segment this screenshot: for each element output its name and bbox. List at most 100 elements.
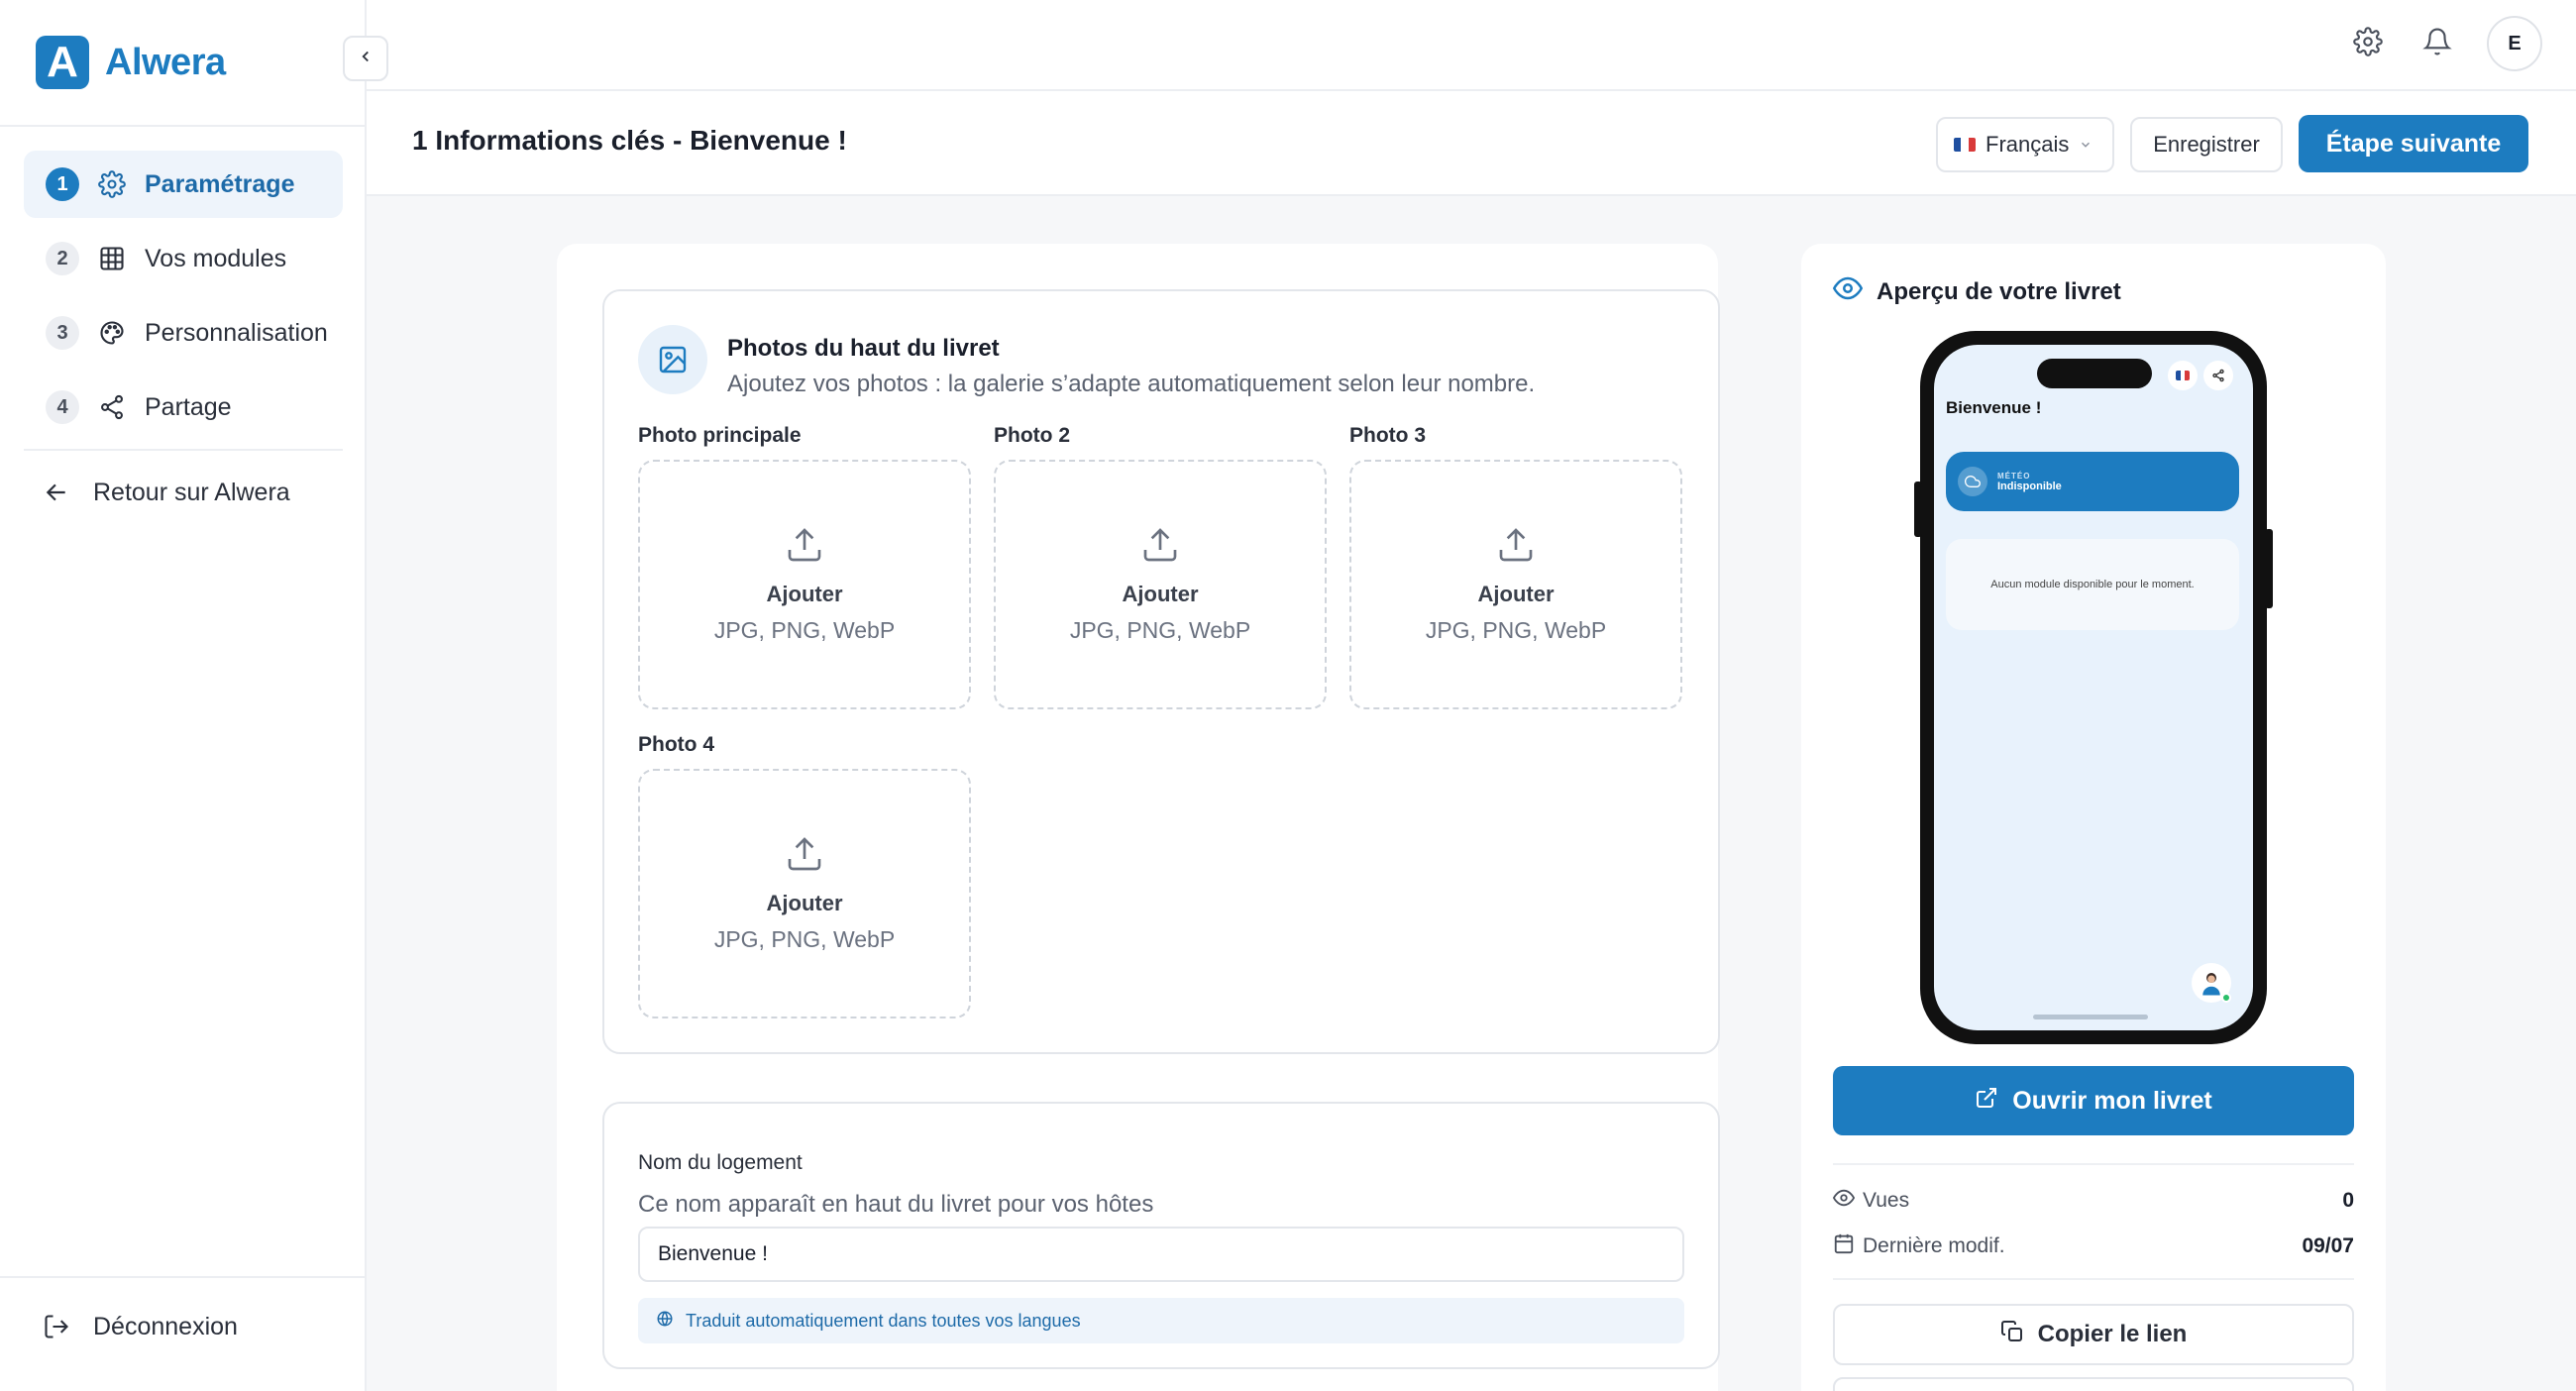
stat-last-modified: Dernière modif. 09/07: [1833, 1232, 2354, 1260]
photo-upload-4[interactable]: Ajouter JPG, PNG, WebP: [638, 769, 971, 1018]
secondary-action-button[interactable]: [1833, 1377, 2354, 1391]
sidebar-item-parametrage[interactable]: 1 Paramétrage: [24, 151, 343, 218]
phone-title: Bienvenue !: [1946, 398, 2042, 417]
notifications-button[interactable]: [2417, 24, 2457, 63]
photo-upload-main[interactable]: Ajouter JPG, PNG, WebP: [638, 460, 971, 709]
bell-icon: [2422, 27, 2452, 61]
section-subtitle: Ajoutez vos photos : la galerie s’adapte…: [727, 371, 1536, 397]
open-booklet-button[interactable]: Ouvrir mon livret: [1833, 1066, 2354, 1135]
phone-side-button: [1914, 482, 1922, 537]
eye-icon: [1832, 273, 1864, 310]
divider: [0, 125, 367, 127]
photo-upload-2[interactable]: Ajouter JPG, PNG, WebP: [994, 460, 1327, 709]
sidebar-item-label: Paramétrage: [145, 169, 295, 198]
user-avatar[interactable]: E: [2487, 16, 2542, 71]
upload-action: Ajouter: [766, 582, 843, 606]
section-title: Photos du haut du livret: [727, 335, 1000, 362]
phone-preview: Bienvenue ! MÉTÉO Indisponible Aucun mod…: [1914, 331, 2273, 1044]
divider: [0, 1276, 367, 1278]
stat-value: 09/07: [2302, 1234, 2354, 1257]
field-help: Ce nom apparaît en haut du livret pour v…: [638, 1191, 1154, 1218]
property-name-input[interactable]: [638, 1227, 1684, 1282]
logout-button[interactable]: Déconnexion: [42, 1312, 238, 1341]
photos-section: Photos du haut du livret Ajoutez vos pho…: [602, 289, 1720, 1054]
field-label: Nom du logement: [638, 1151, 803, 1174]
auto-translate-note: Traduit automatiquement dans toutes vos …: [638, 1298, 1684, 1343]
copy-icon: [2000, 1320, 2024, 1350]
stat-label: Vues: [1863, 1189, 1910, 1212]
photo-slot-label: Photo 2: [994, 424, 1070, 447]
step-number: 3: [46, 316, 79, 350]
eye-icon: [1832, 1187, 1856, 1215]
auto-translate-label: Traduit automatiquement dans toutes vos …: [686, 1310, 1081, 1331]
divider: [1833, 1278, 2354, 1280]
logout-label: Déconnexion: [93, 1312, 238, 1340]
weather-widget: MÉTÉO Indisponible: [1946, 452, 2239, 511]
topbar-actions: E: [2348, 16, 2542, 71]
gear-icon: [97, 169, 127, 199]
sidebar-item-modules[interactable]: 2 Vos modules: [24, 225, 343, 292]
grid-icon: [97, 244, 127, 273]
brand[interactable]: A Alwera: [36, 36, 226, 89]
image-icon: [638, 325, 707, 394]
upload-icon: [785, 525, 824, 570]
sidebar: A Alwera 1 Paramétrage 2 Vos modules 3 P…: [0, 0, 367, 1391]
flag-fr-icon: [1954, 138, 1976, 152]
copy-link-button[interactable]: Copier le lien: [1833, 1304, 2354, 1365]
upload-formats: JPG, PNG, WebP: [713, 617, 896, 643]
open-booklet-label: Ouvrir mon livret: [2012, 1086, 2212, 1115]
photo-slot-label: Photo 4: [638, 733, 714, 756]
page-title: 1 Informations clés - Bienvenue !: [412, 125, 847, 156]
stat-label: Dernière modif.: [1863, 1234, 2005, 1257]
empty-modules-message: Aucun module disponible pour le moment.: [1946, 539, 2239, 630]
cloud-icon: [1958, 467, 1987, 496]
upload-formats: JPG, PNG, WebP: [1425, 617, 1607, 643]
upload-action: Ajouter: [766, 891, 843, 915]
page-header: 1 Informations clés - Bienvenue ! França…: [367, 91, 2576, 196]
sidebar-item-label: Personnalisation: [145, 318, 328, 347]
language-select[interactable]: Français: [1936, 117, 2114, 172]
save-button[interactable]: Enregistrer: [2130, 117, 2283, 172]
phone-screen: Bienvenue ! MÉTÉO Indisponible Aucun mod…: [1934, 345, 2253, 1030]
sidebar-item-partage[interactable]: 4 Partage: [24, 374, 343, 441]
back-to-alwera-link[interactable]: Retour sur Alwera: [24, 463, 343, 522]
photo-slot-label: Photo 3: [1349, 424, 1426, 447]
preview-title: Aperçu de votre livret: [1877, 277, 2121, 305]
brand-logo: A: [36, 36, 89, 89]
step-number: 1: [46, 167, 79, 201]
upload-icon: [785, 834, 824, 879]
gear-icon: [2353, 26, 2383, 61]
upload-formats: JPG, PNG, WebP: [1069, 617, 1251, 643]
sidebar-item-personnalisation[interactable]: 3 Personnalisation: [24, 299, 343, 367]
dynamic-island: [2037, 359, 2152, 388]
copy-link-label: Copier le lien: [2037, 1321, 2188, 1347]
upload-action: Ajouter: [1122, 582, 1199, 606]
chevron-down-icon: [2079, 132, 2093, 158]
home-indicator: [2033, 1015, 2148, 1019]
weather-caption: MÉTÉO: [1997, 471, 2031, 481]
photos-section-header: Photos du haut du livret Ajoutez vos pho…: [638, 325, 1535, 398]
divider: [1833, 1163, 2354, 1165]
divider: [24, 449, 343, 451]
upload-icon: [1496, 525, 1536, 570]
step-number: 2: [46, 242, 79, 275]
logout-icon: [42, 1312, 71, 1341]
next-step-button[interactable]: Étape suivante: [2299, 115, 2528, 172]
upload-icon: [1140, 525, 1180, 570]
external-link-icon: [1975, 1086, 1998, 1117]
collapse-sidebar-button[interactable]: [343, 36, 388, 81]
arrow-left-icon: [42, 478, 71, 507]
preview-header: Aperçu de votre livret: [1832, 273, 2121, 310]
photo-slot-label: Photo principale: [638, 424, 802, 447]
palette-icon: [97, 318, 127, 348]
settings-button[interactable]: [2348, 24, 2388, 63]
property-name-section: Nom du logement Ce nom apparaît en haut …: [602, 1102, 1720, 1369]
chevron-left-icon: [357, 48, 375, 70]
upload-action: Ajouter: [1477, 582, 1555, 606]
sidebar-item-label: Vos modules: [145, 244, 287, 272]
weather-value: Indisponible: [1997, 480, 2062, 492]
language-value: Français: [1986, 132, 2070, 157]
stat-value: 0: [2342, 1189, 2354, 1212]
photo-upload-3[interactable]: Ajouter JPG, PNG, WebP: [1349, 460, 1682, 709]
brand-name: Alwera: [105, 41, 226, 83]
